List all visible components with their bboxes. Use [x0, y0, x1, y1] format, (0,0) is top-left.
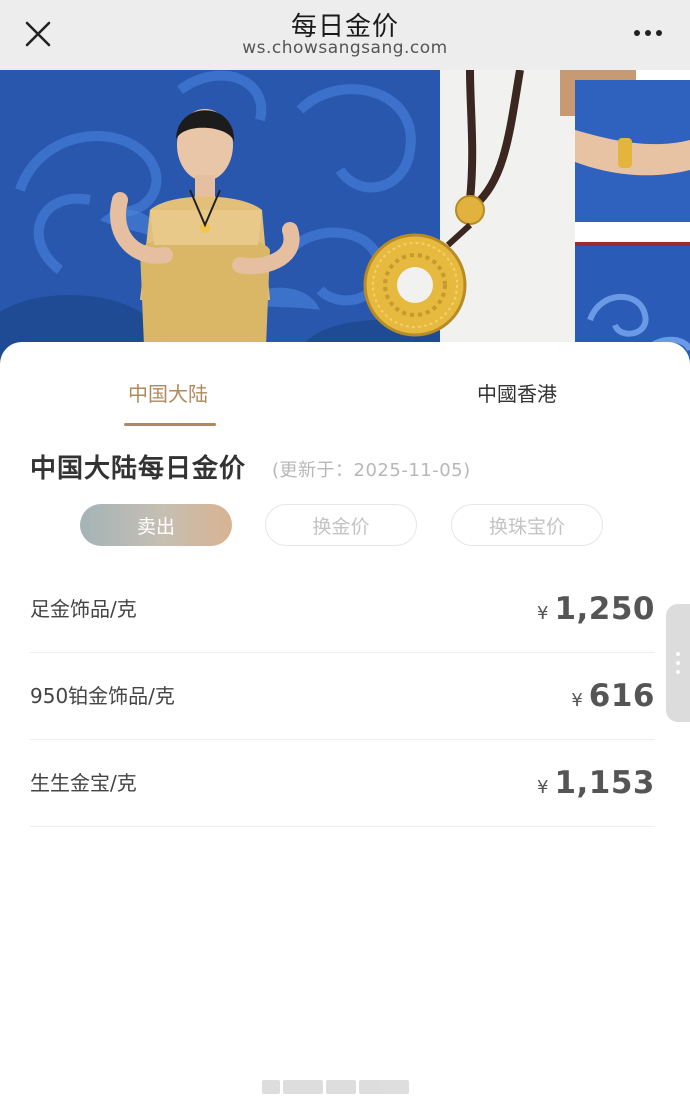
price-row-gold-bar: 生生金宝/克 ¥1,153	[30, 740, 655, 827]
price-number: 616	[588, 678, 655, 714]
side-handle-icon	[676, 652, 680, 674]
tab-hongkong[interactable]: 中國香港	[456, 378, 578, 422]
watermark	[262, 1076, 424, 1098]
more-dots-icon	[634, 30, 662, 36]
filter-exchange-jewelry-button[interactable]: 换珠宝价	[451, 504, 603, 546]
update-date: (更新于：2025-11-05)	[272, 460, 471, 481]
page-url: ws.chowsangsang.com	[242, 38, 448, 58]
promo-banner[interactable]	[0, 70, 690, 370]
more-button[interactable]	[626, 18, 670, 48]
currency-symbol: ¥	[571, 690, 583, 711]
price-name: 950铂金饰品/克	[30, 684, 175, 708]
currency-symbol: ¥	[536, 777, 549, 798]
top-bar: 每日金价 ws.chowsangsang.com	[0, 0, 690, 70]
price-card: 中国大陆 中國香港 中国大陆每日金价 (更新于：2025-11-05) 卖出 换…	[0, 342, 690, 1112]
price-name: 足金饰品/克	[30, 597, 137, 621]
price-value: ¥1,153	[537, 740, 655, 831]
price-value: ¥1,250	[537, 566, 655, 657]
banner-image	[0, 70, 690, 370]
side-menu-handle[interactable]	[666, 604, 690, 722]
section-title: 中国大陆每日金价	[30, 454, 247, 484]
filter-sell-button[interactable]: 卖出	[80, 504, 232, 546]
filter-exchange-gold-button[interactable]: 换金价	[265, 504, 417, 546]
tab-mainland[interactable]: 中国大陆	[108, 378, 228, 426]
price-name: 生生金宝/克	[30, 771, 137, 795]
price-value: ¥616	[571, 653, 655, 744]
currency-symbol: ¥	[536, 603, 549, 624]
price-row-platinum: 950铂金饰品/克 ¥616	[30, 653, 655, 740]
price-number: 1,250	[554, 591, 655, 627]
price-row-gold: 足金饰品/克 ¥1,250	[30, 566, 655, 653]
price-number: 1,153	[554, 765, 655, 801]
